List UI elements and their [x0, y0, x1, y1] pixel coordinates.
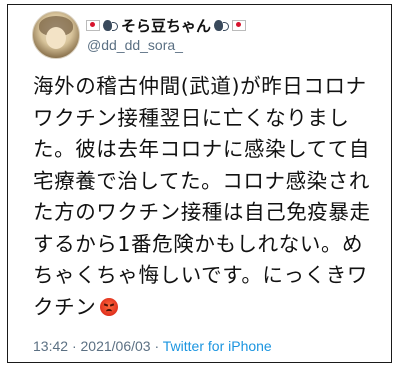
speaking-head-icon: [103, 18, 118, 33]
tweet-line: ワクチン接種翌日に亡くなりまし: [33, 105, 350, 130]
tweet-line: クチン: [33, 294, 97, 319]
meta-separator: ·: [71, 338, 77, 354]
angry-face-icon: [100, 297, 119, 316]
tweet-line: た方のワクチン接種は自己免疫暴走: [33, 200, 371, 224]
avatar[interactable]: [32, 11, 80, 59]
tweet-meta: 13:42 · 2021/06/03 · Twitter for iPhone: [33, 338, 272, 354]
tweet-date[interactable]: 2021/06/03: [81, 338, 151, 354]
tweet-line-last: クチン: [33, 292, 383, 324]
display-name-row[interactable]: そら豆ちゃん: [86, 15, 247, 35]
tweet-line: た。彼は去年コロナに感染してて自: [33, 137, 370, 161]
speaking-head-icon: [214, 18, 230, 33]
display-name: そら豆ちゃん: [121, 16, 212, 35]
japan-flag-icon: [232, 19, 247, 31]
tweet-card: そら豆ちゃん @dd_dd_sora_ 海外の稽古仲間(武道)が昨日コロナ ワク…: [7, 4, 392, 363]
japan-flag-icon: [86, 19, 100, 31]
meta-separator: ·: [154, 338, 160, 354]
tweet-line: 海外の稽古仲間(武道)が昨日コロナ: [33, 74, 367, 98]
tweet-time[interactable]: 13:42: [33, 338, 68, 354]
tweet-line: するから1番危険かもしれない。め: [33, 231, 364, 256]
user-handle[interactable]: @dd_dd_sora_: [87, 37, 183, 53]
tweet-line: 宅療養で治してた。コロナ感染され: [33, 168, 370, 193]
avatar-face: [46, 27, 66, 49]
tweet-source-link[interactable]: Twitter for iPhone: [163, 338, 272, 354]
tweet-line: ちゃくちゃ悔しいです。にっくきワ: [33, 263, 368, 287]
tweet-text: 海外の稽古仲間(武道)が昨日コロナ ワクチン接種翌日に亡くなりまし た。彼は去年…: [33, 71, 383, 323]
